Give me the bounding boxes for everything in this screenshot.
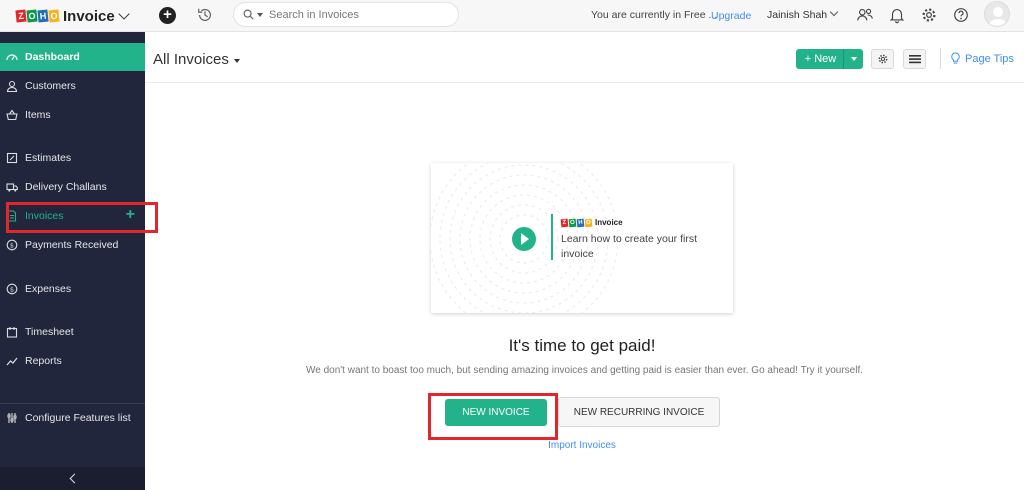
gear-icon[interactable] — [920, 6, 938, 24]
sidebar-item-label: Reports — [25, 355, 62, 367]
logo-letter: O — [584, 218, 593, 227]
chevron-down-icon[interactable] — [829, 7, 839, 17]
user-icon — [6, 80, 18, 92]
payment-icon: $ — [6, 239, 18, 251]
logo-letter: H — [576, 218, 585, 227]
header-divider — [145, 82, 1024, 83]
logo-letter: O — [26, 9, 38, 23]
collapse-sidebar-button[interactable] — [0, 467, 145, 490]
upgrade-link[interactable]: Upgrade — [711, 10, 751, 22]
search-scope-caret-icon[interactable] — [257, 12, 263, 17]
hamburger-icon — [908, 55, 921, 64]
search-bar[interactable] — [233, 2, 459, 27]
help-icon[interactable] — [952, 6, 970, 24]
expense-icon: $ — [6, 283, 18, 295]
video-brand-name: Invoice — [595, 218, 623, 227]
empty-state-headline: It's time to get paid! — [508, 336, 656, 355]
bell-icon[interactable] — [888, 6, 906, 24]
empty-state-description: We don't want to boast too much, but sen… — [305, 365, 864, 376]
dashboard-icon — [6, 54, 18, 61]
sidebar-item-expenses[interactable]: $ Expenses — [0, 275, 145, 303]
highlight-box — [428, 393, 558, 440]
more-options-button[interactable] — [903, 49, 926, 69]
gear-icon — [878, 54, 887, 64]
sidebar: Dashboard Customers Items Estimates Deli… — [0, 32, 145, 490]
chevron-left-icon — [69, 473, 79, 484]
import-invoices-link[interactable]: Import Invoices — [0, 440, 1024, 451]
logo-letter: O — [48, 9, 60, 23]
sidebar-item-estimates[interactable]: Estimates — [0, 144, 145, 172]
lightbulb-icon — [951, 52, 960, 64]
new-recurring-invoice-button[interactable]: NEW RECURRING INVOICE — [558, 397, 720, 427]
sidebar-item-configure-features[interactable]: Configure Features list — [0, 404, 145, 432]
estimate-icon — [6, 152, 18, 164]
play-icon[interactable] — [512, 227, 536, 251]
user-avatar-icon — [988, 7, 1008, 26]
top-bar: Z O H O Invoice + You are currently in F… — [0, 0, 1024, 32]
sidebar-item-dashboard[interactable]: Dashboard — [0, 43, 145, 71]
tutorial-video-card[interactable]: Z O H O Invoice Learn how to create your… — [431, 163, 733, 313]
settings-button[interactable] — [871, 49, 894, 69]
video-brand: Z O H O Invoice — [560, 218, 623, 227]
new-button-group: + New — [796, 49, 863, 69]
sidebar-item-label: Customers — [25, 80, 76, 92]
new-button-label: New — [814, 53, 837, 65]
sidebar-item-customers[interactable]: Customers — [0, 72, 145, 100]
sidebar-item-label: Configure Features list — [25, 412, 131, 424]
app-name: Invoice — [63, 7, 115, 25]
users-icon[interactable] — [856, 6, 874, 24]
sidebar-item-label: Delivery Challans — [25, 181, 107, 193]
highlight-box — [6, 202, 158, 233]
logo-letter: H — [37, 9, 49, 23]
trial-status-text: You are currently in Free ... — [591, 9, 718, 21]
sidebar-item-label: Estimates — [25, 152, 72, 164]
basket-icon — [6, 109, 18, 121]
sidebar-item-label: Dashboard — [25, 51, 80, 63]
zoho-logo: Z O H O — [15, 9, 60, 23]
sidebar-item-payments-received[interactable]: $ Payments Received — [0, 231, 145, 259]
caret-down-icon — [233, 58, 240, 63]
search-icon — [243, 9, 254, 20]
avatar[interactable] — [984, 1, 1010, 27]
search-input[interactable] — [269, 8, 439, 21]
org-name[interactable]: Jainish Shah — [767, 9, 827, 21]
video-caption: Learn how to create your first invoice — [561, 233, 697, 260]
svg-text:$: $ — [10, 241, 14, 249]
caret-down-icon — [850, 57, 857, 61]
video-accent-bar — [551, 214, 553, 260]
svg-text:$: $ — [10, 285, 14, 293]
sidebar-item-label: Expenses — [25, 283, 72, 295]
sidebar-item-label: Payments Received — [25, 239, 119, 251]
logo-letter: Z — [560, 218, 569, 227]
page-tips-link[interactable]: Page Tips — [950, 52, 1014, 65]
chevron-down-icon — [118, 8, 130, 20]
new-dropdown-button[interactable] — [843, 49, 863, 69]
page-tips-label: Page Tips — [965, 52, 1014, 65]
zoho-logo: Z O H O — [560, 218, 593, 227]
new-button[interactable]: + New — [796, 53, 843, 65]
truck-icon — [6, 183, 18, 192]
app-switcher[interactable]: Z O H O Invoice — [0, 0, 145, 32]
logo-letter: O — [568, 218, 577, 227]
page-title-label: All Invoices — [153, 51, 229, 68]
toolbar-divider — [940, 48, 941, 69]
sliders-icon — [7, 413, 17, 423]
sidebar-item-items[interactable]: Items — [0, 101, 145, 129]
quick-create-icon[interactable]: + — [159, 7, 176, 24]
sidebar-item-label: Items — [25, 109, 51, 121]
sidebar-item-delivery-challans[interactable]: Delivery Challans — [0, 173, 145, 201]
page-title[interactable]: All Invoices — [153, 51, 240, 68]
logo-letter: Z — [15, 9, 27, 23]
chart-icon — [6, 357, 18, 366]
history-icon[interactable] — [196, 6, 214, 24]
